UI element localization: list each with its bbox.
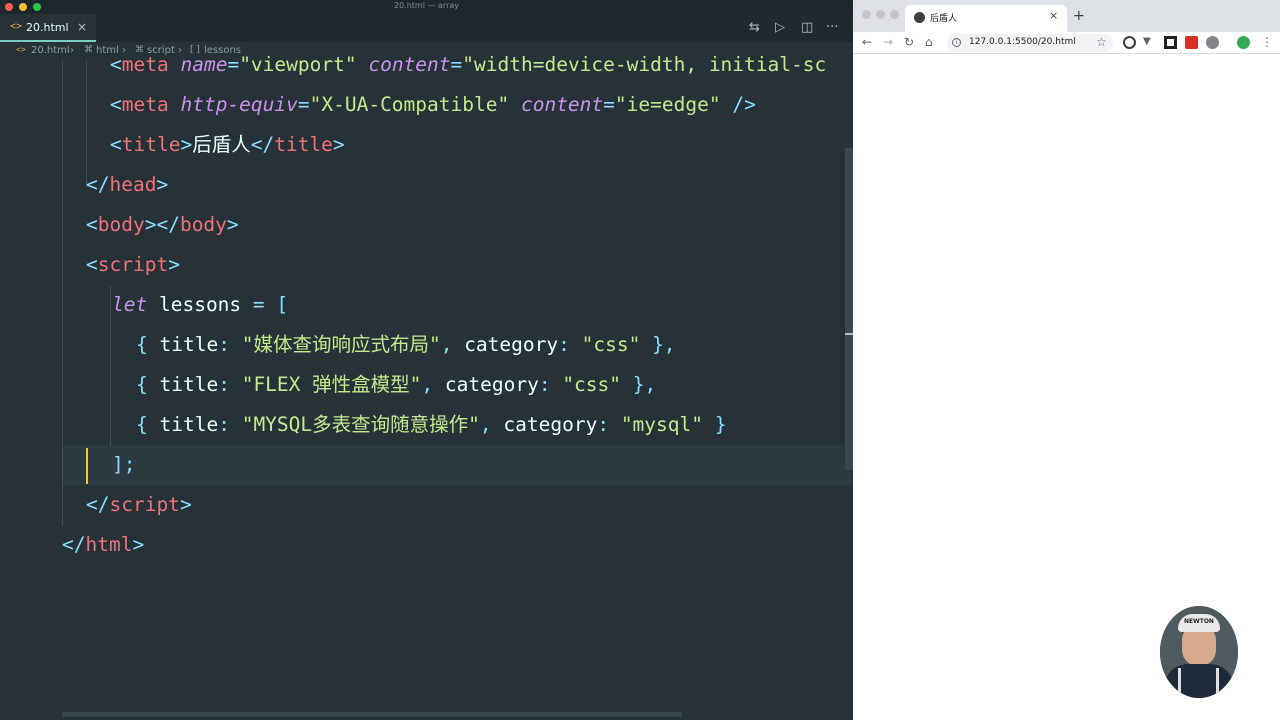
extension-icon[interactable] <box>1185 36 1198 49</box>
code-line: { title: "媒体查询响应式布局", category: "css" }, <box>136 333 676 356</box>
split-editor-icon[interactable]: ◫ <box>801 20 813 35</box>
code-line: <title>后盾人</title> <box>110 133 345 156</box>
code-line: ]; <box>112 453 136 476</box>
extension-icon[interactable] <box>1123 36 1136 49</box>
code-line: <meta name="viewport" content="width=dev… <box>110 53 827 76</box>
extension-icon[interactable] <box>1164 36 1177 49</box>
reload-icon[interactable]: ↻ <box>904 35 914 49</box>
code-line: { title: "FLEX 弹性盒模型", category: "css" }… <box>136 373 657 396</box>
more-actions-icon[interactable]: ··· <box>826 20 838 35</box>
globe-icon <box>914 12 925 23</box>
new-tab-button[interactable]: + <box>1073 8 1085 24</box>
code-line: <meta http-equiv="X-UA-Compatible" conte… <box>110 93 756 116</box>
tab-close-icon[interactable]: × <box>1049 9 1058 22</box>
code-line: </head> <box>86 173 169 196</box>
html-file-icon: <> <box>10 21 23 32</box>
code-editor: 20.html — array <> 20.html × ⇆ ▷ ◫ ··· <… <box>0 0 853 720</box>
horizontal-scrollbar[interactable] <box>62 712 682 717</box>
forward-arrow-icon[interactable]: → <box>883 35 893 49</box>
tab-close-icon[interactable]: × <box>77 20 87 34</box>
back-arrow-icon[interactable]: ← <box>862 35 872 49</box>
cap-logo-text: NEWTON <box>1184 618 1214 625</box>
code-area[interactable]: <meta name="viewport" content="width=dev… <box>0 45 853 705</box>
url-text: 127.0.0.1:5500/20.html <box>969 37 1076 47</box>
tab-20-html[interactable]: <> 20.html × <box>0 14 96 42</box>
code-line: <script> <box>86 253 180 276</box>
webcam-overlay: NEWTON <box>1160 606 1238 698</box>
editor-tab-bar: <> 20.html × <box>0 14 853 42</box>
code-line: </html> <box>62 533 145 556</box>
code-line: let lessons = [ <box>112 293 289 316</box>
info-icon[interactable]: i <box>952 38 961 47</box>
open-changes-icon[interactable]: ⇆ <box>749 20 760 35</box>
browser-tab[interactable]: 后盾人 × <box>905 5 1067 32</box>
browser-tab-strip: 后盾人 × + <box>853 0 1280 32</box>
tab-label: 20.html <box>26 21 69 34</box>
scroll-position-marker <box>845 333 853 335</box>
minimize-window-button[interactable] <box>876 10 885 19</box>
text-cursor <box>86 448 88 484</box>
extension-icon[interactable] <box>1206 36 1219 49</box>
jacket-stripe <box>1178 668 1181 698</box>
profile-avatar[interactable] <box>1237 36 1250 49</box>
menu-kebab-icon[interactable]: ⋮ <box>1261 35 1273 49</box>
browser-toolbar: ← → ↻ ⌂ i 127.0.0.1:5500/20.html ☆ ▼ ⋮ <box>853 32 1280 54</box>
home-icon[interactable]: ⌂ <box>925 35 933 49</box>
vertical-scrollbar[interactable] <box>845 148 853 470</box>
jacket-stripe <box>1216 668 1219 698</box>
code-line: </script> <box>86 493 192 516</box>
zoom-window-button[interactable] <box>890 10 899 19</box>
editor-window-title: 20.html — array <box>393 1 459 10</box>
code-line: <body></body> <box>86 213 239 236</box>
editor-titlebar: 20.html — array <box>0 0 853 14</box>
bookmark-star-icon[interactable]: ☆ <box>1096 35 1107 49</box>
address-bar[interactable]: i 127.0.0.1:5500/20.html <box>947 34 1113 52</box>
code-line: { title: "MYSQL多表查询随意操作", category: "mys… <box>136 413 727 436</box>
presenter-body <box>1164 664 1234 698</box>
browser-tab-title: 后盾人 <box>930 14 958 24</box>
run-icon[interactable]: ▷ <box>775 20 785 35</box>
close-window-button[interactable] <box>862 10 871 19</box>
filter-icon[interactable]: ▼ <box>1143 36 1156 49</box>
